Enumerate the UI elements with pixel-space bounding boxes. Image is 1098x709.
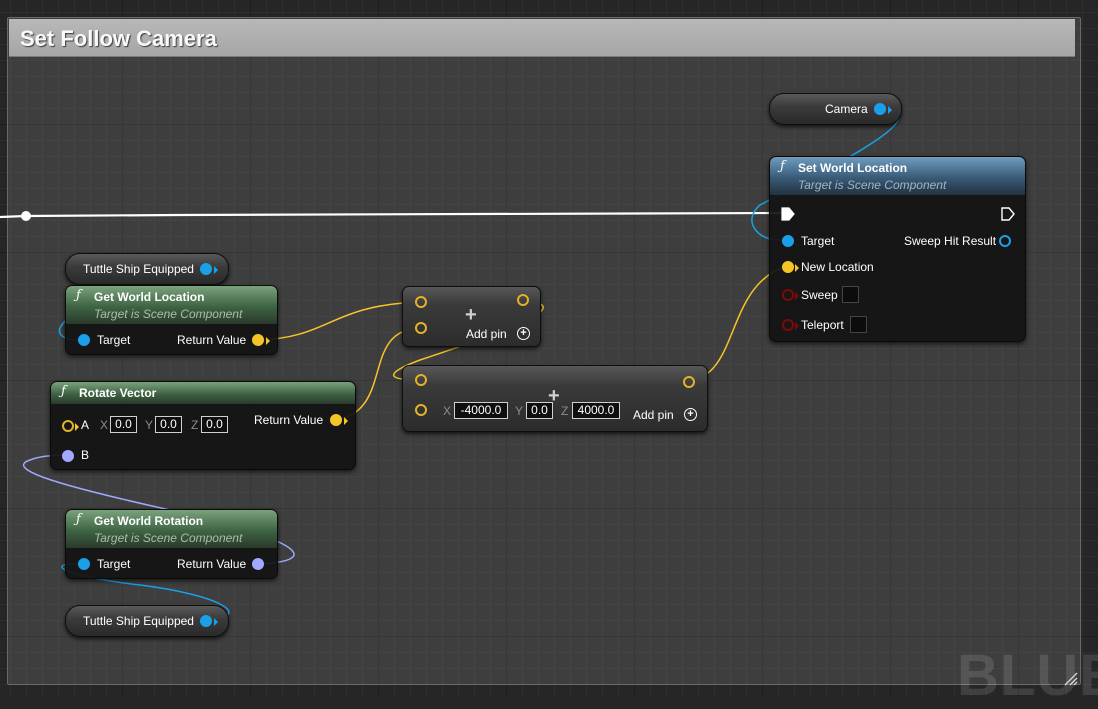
rv-a-y-axis-label: Y <box>145 418 154 432</box>
add-vector-node-top[interactable]: + Add pin + <box>402 286 541 347</box>
exec-reroute-knot[interactable] <box>21 211 31 221</box>
add-top-input-b-pin[interactable] <box>415 322 427 334</box>
rv-b-pin[interactable] <box>62 450 74 462</box>
add-vector-node-bottom[interactable]: X -4000.0 Y 0.0 Z 4000.0 + Add pin + <box>402 365 708 432</box>
set-world-location-title: Set World Location <box>798 161 908 175</box>
set-world-location-header[interactable]: ƒ Set World Location Target is Scene Com… <box>770 157 1025 195</box>
set-world-location-subtitle: Target is Scene Component <box>798 178 947 192</box>
ship-pin-arrow-icon-top <box>214 266 218 274</box>
add-operator-icon: + <box>548 385 560 407</box>
rv-a-x-axis-label: X <box>100 418 109 432</box>
rv-a-z-field[interactable]: 0.0 <box>201 416 228 433</box>
swl-new-location-label: New Location <box>801 260 874 274</box>
ship-output-pin-bottom[interactable] <box>200 615 212 627</box>
swl-sweep-hit-pin[interactable] <box>999 235 1011 247</box>
gwr-target-label: Target <box>97 557 131 571</box>
get-world-location-title: Get World Location <box>94 290 205 304</box>
swl-sweep-pin[interactable] <box>782 289 794 301</box>
gwr-return-label: Return Value <box>177 557 247 571</box>
gwl-return-pin[interactable] <box>252 334 264 346</box>
add-pin-plus-icon[interactable]: + <box>517 327 530 340</box>
get-world-location-node[interactable]: ƒ Get World Location Target is Scene Com… <box>65 285 278 355</box>
rotate-vector-header[interactable]: ƒ Rotate Vector <box>51 382 355 404</box>
add-bottom-input-b-pin[interactable] <box>415 404 427 416</box>
exec-input-pin-icon[interactable] <box>781 207 795 221</box>
swl-sweep-hit-label: Sweep Hit Result <box>904 234 997 248</box>
rv-a-x-field[interactable]: 0.0 <box>110 416 137 433</box>
add-top-add-pin-label[interactable]: Add pin <box>466 327 507 341</box>
ship-variable-node-top[interactable]: Tuttle Ship Equipped <box>65 253 229 285</box>
exec-output-pin-icon[interactable] <box>1001 207 1015 221</box>
camera-variable-node[interactable]: Camera <box>769 93 902 125</box>
rv-return-pin[interactable] <box>330 414 342 426</box>
rv-a-label: A <box>81 418 90 432</box>
swl-new-location-arrow-icon <box>795 264 799 272</box>
swl-target-pin[interactable] <box>782 235 794 247</box>
rv-return-arrow-icon <box>344 417 348 425</box>
ship-pin-arrow-icon-bottom <box>214 618 218 626</box>
function-icon: ƒ <box>76 512 81 527</box>
camera-label: Camera <box>825 102 868 116</box>
add-bottom-output-pin[interactable] <box>683 376 695 388</box>
ship-label-bottom: Tuttle Ship Equipped <box>83 614 194 628</box>
get-world-rotation-subtitle: Target is Scene Component <box>94 531 243 545</box>
add-top-output-pin[interactable] <box>517 294 529 306</box>
exec-wire[interactable] <box>0 211 787 219</box>
get-world-location-header[interactable]: ƒ Get World Location Target is Scene Com… <box>66 286 277 324</box>
set-world-location-node[interactable]: ƒ Set World Location Target is Scene Com… <box>769 156 1026 342</box>
rv-a-arrow-icon <box>75 423 79 431</box>
ship-output-pin-top[interactable] <box>200 263 212 275</box>
rv-a-pin[interactable] <box>62 420 74 432</box>
camera-pin-arrow-icon <box>888 106 892 114</box>
rv-return-label: Return Value <box>254 413 324 427</box>
swl-teleport-arrow-icon <box>795 322 799 330</box>
get-world-rotation-title: Get World Rotation <box>94 514 204 528</box>
gwl-target-pin[interactable] <box>78 334 90 346</box>
rotate-vector-node[interactable]: ƒ Rotate Vector A X 0.0 Y 0.0 Z 0.0 Retu… <box>50 381 356 470</box>
gwl-target-label: Target <box>97 333 131 347</box>
get-world-rotation-header[interactable]: ƒ Get World Rotation Target is Scene Com… <box>66 510 277 548</box>
camera-output-pin[interactable] <box>874 103 886 115</box>
get-world-location-subtitle: Target is Scene Component <box>94 307 243 321</box>
add-bottom-z-axis-label: Z <box>561 404 569 418</box>
swl-new-location-pin[interactable] <box>782 261 794 273</box>
add-bottom-add-pin-label[interactable]: Add pin <box>633 408 674 422</box>
rotate-vector-title: Rotate Vector <box>79 386 157 400</box>
swl-teleport-checkbox[interactable] <box>850 316 867 333</box>
add-bottom-x-axis-label: X <box>443 404 452 418</box>
get-world-rotation-node[interactable]: ƒ Get World Rotation Target is Scene Com… <box>65 509 278 579</box>
swl-sweep-arrow-icon <box>795 292 799 300</box>
swl-sweep-label: Sweep <box>801 288 838 302</box>
rv-a-z-axis-label: Z <box>191 418 199 432</box>
gwr-return-pin[interactable] <box>252 558 264 570</box>
rv-a-y-field[interactable]: 0.0 <box>155 416 182 433</box>
gwl-return-arrow-icon <box>266 337 270 345</box>
swl-target-label: Target <box>801 234 835 248</box>
function-icon: ƒ <box>76 288 81 303</box>
gwl-return-label: Return Value <box>177 333 247 347</box>
add-top-input-a-pin[interactable] <box>415 296 427 308</box>
swl-sweep-checkbox[interactable] <box>842 286 859 303</box>
add-bottom-z-field[interactable]: 4000.0 <box>572 402 620 419</box>
add-pin-plus-icon[interactable]: + <box>684 408 697 421</box>
add-bottom-input-a-pin[interactable] <box>415 374 427 386</box>
rv-b-label: B <box>81 448 90 462</box>
ship-variable-node-bottom[interactable]: Tuttle Ship Equipped <box>65 605 229 637</box>
add-bottom-y-axis-label: Y <box>515 404 524 418</box>
gwr-target-pin[interactable] <box>78 558 90 570</box>
location-to-add-wire[interactable] <box>257 301 421 341</box>
add-operator-icon: + <box>465 304 477 326</box>
swl-teleport-label: Teleport <box>801 318 844 332</box>
function-icon: ƒ <box>61 384 66 399</box>
function-icon: ƒ <box>780 159 785 174</box>
swl-teleport-pin[interactable] <box>782 319 794 331</box>
add-bottom-x-field[interactable]: -4000.0 <box>454 402 508 419</box>
ship-label-top: Tuttle Ship Equipped <box>83 262 194 276</box>
